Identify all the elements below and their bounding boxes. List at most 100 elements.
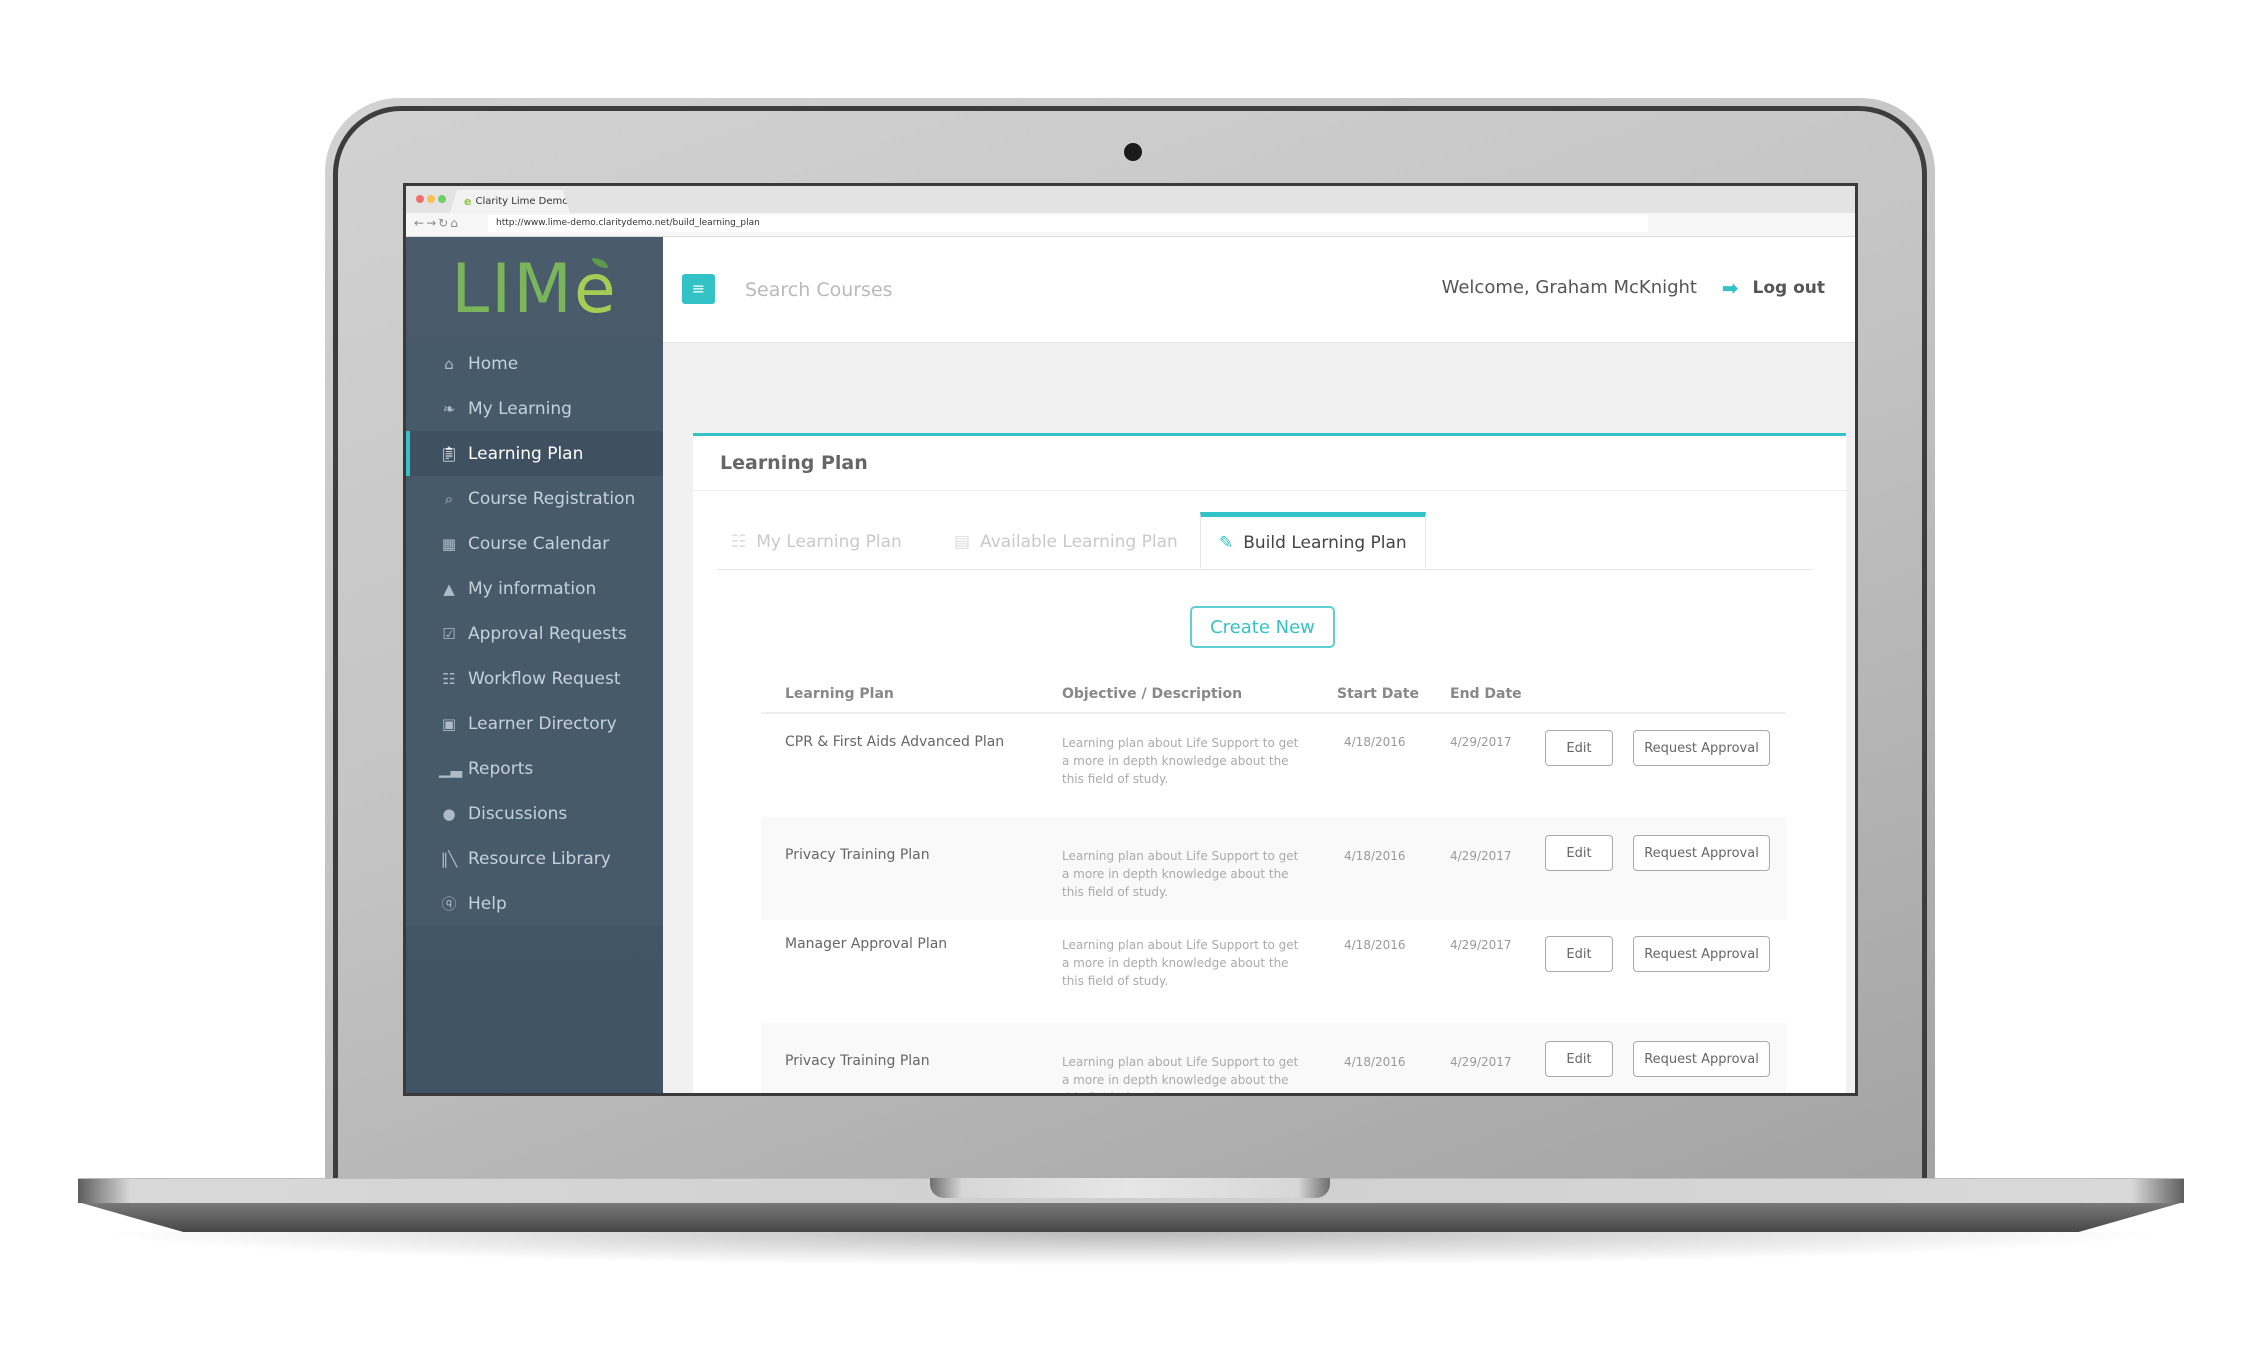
- edit-button[interactable]: Edit: [1545, 936, 1613, 972]
- table-row: Privacy Training Plan Learning plan abou…: [761, 817, 1786, 920]
- table-row: Privacy Training Plan Learning plan abou…: [761, 1023, 1786, 1093]
- sidebar-item-resource-library[interactable]: ‖╲ Resource Library: [406, 836, 663, 881]
- edit-button[interactable]: Edit: [1545, 730, 1613, 766]
- camera-icon: [1124, 143, 1142, 161]
- sidebar-item-help[interactable]: ⓠ Help: [406, 881, 663, 926]
- table-header: Learning Plan Objective / Description St…: [761, 676, 1786, 714]
- table-row: Manager Approval Plan Learning plan abou…: [761, 920, 1786, 1023]
- sidebar-item-my-information[interactable]: ▲ My information: [406, 566, 663, 611]
- start-date: 4/18/2016: [1344, 1055, 1406, 1069]
- sidebar-item-label: Help: [468, 893, 507, 914]
- plan-name: Manager Approval Plan: [785, 936, 948, 952]
- browser-tab[interactable]: e Clarity Lime Demo: [450, 190, 570, 213]
- sidebar-item-label: Course Calendar: [468, 533, 610, 554]
- sidebar-item-learner-directory[interactable]: ▣ Learner Directory: [406, 701, 663, 746]
- column-header-start-date: Start Date: [1337, 686, 1419, 702]
- end-date: 4/29/2017: [1450, 849, 1512, 863]
- tab-label: My Learning Plan: [756, 531, 902, 552]
- sidebar-item-course-calendar[interactable]: ▦ Course Calendar: [406, 521, 663, 566]
- sidebar-item-label: Learner Directory: [468, 713, 617, 734]
- browser-nav: ←→↻⌂: [414, 216, 460, 230]
- tab-build-learning-plan[interactable]: ✎ Build Learning Plan: [1200, 512, 1426, 569]
- leaf-icon: ❧: [442, 399, 456, 418]
- laptop-shadow: [90, 1232, 2170, 1266]
- end-date: 4/29/2017: [1450, 938, 1512, 952]
- sidebar-item-label: Learning Plan: [468, 443, 584, 464]
- plan-name: CPR & First Aids Advanced Plan: [785, 734, 1005, 750]
- hamburger-menu-button[interactable]: ≡: [682, 274, 715, 304]
- logo-text-main: LIM: [451, 249, 574, 329]
- learning-plan-tabs: ☷ My Learning Plan ▤ Available Learning Pl…: [717, 512, 1813, 570]
- sidebar-item-discussions[interactable]: ● Discussions: [406, 791, 663, 836]
- request-approval-button[interactable]: Request Approval: [1633, 835, 1770, 871]
- clipboard-check-icon: ☑: [442, 624, 456, 643]
- table-row: CPR & First Aids Advanced Plan Learning …: [761, 714, 1786, 817]
- maximize-window-button[interactable]: [438, 195, 446, 203]
- welcome-text: Welcome, Graham McKnight: [1441, 277, 1697, 298]
- sidebar-nav: ⌂ Home ❧ My Learning 📋︎ Learning Plan ⌕ Cour…: [406, 341, 663, 926]
- column-header-objective: Objective / Description: [1062, 686, 1243, 702]
- request-approval-button[interactable]: Request Approval: [1633, 936, 1770, 972]
- start-date: 4/18/2016: [1344, 735, 1406, 749]
- create-new-button[interactable]: Create New: [1190, 606, 1335, 648]
- laptop-base-bottom: [78, 1202, 2184, 1232]
- search-icon: ⌕: [444, 489, 454, 508]
- close-window-button[interactable]: [416, 195, 424, 203]
- edit-button[interactable]: Edit: [1545, 1041, 1613, 1077]
- sidebar-item-label: Discussions: [468, 803, 568, 824]
- start-date: 4/18/2016: [1344, 849, 1406, 863]
- sidebar-item-reports[interactable]: ▁▃ Reports: [406, 746, 663, 791]
- tab-available-learning-plan[interactable]: ▤ Available Learning Plan: [954, 514, 1178, 569]
- graduation-cap-icon: ▲: [443, 579, 455, 598]
- start-date: 4/18/2016: [1344, 938, 1406, 952]
- reload-icon[interactable]: ↻: [438, 216, 450, 230]
- plan-description: Learning plan about Life Support to get …: [1062, 938, 1299, 988]
- hamburger-icon: ≡: [691, 279, 706, 298]
- sidebar: LIMe ⌂ Home ❧ My Learning 📋︎ Learning Plan …: [406, 237, 663, 1093]
- calendar-icon: ▦: [441, 534, 457, 553]
- back-arrow-icon[interactable]: ←: [414, 216, 426, 230]
- sidebar-item-home[interactable]: ⌂ Home: [406, 341, 663, 386]
- sitemap-icon: ☷: [731, 531, 747, 552]
- plan-description: Learning plan about Life Support to get …: [1062, 1055, 1299, 1093]
- logout-button[interactable]: ➡ Log out: [1722, 276, 1825, 300]
- screen: e Clarity Lime Demo ←→↻⌂ http://www.lime…: [403, 183, 1858, 1096]
- comments-icon: ●: [442, 804, 456, 823]
- tab-my-learning-plan[interactable]: ☷ My Learning Plan: [731, 514, 902, 569]
- logo-text: LIMe: [451, 250, 617, 329]
- forward-arrow-icon[interactable]: →: [426, 216, 438, 230]
- search-courses-input[interactable]: [743, 272, 1047, 308]
- column-header-learning-plan: Learning Plan: [785, 686, 894, 702]
- browser-tab-bar: e Clarity Lime Demo: [406, 186, 1855, 213]
- card-title: Learning Plan: [693, 436, 1846, 491]
- sidebar-item-workflow-request[interactable]: ☷ Workflow Request: [406, 656, 663, 701]
- clipboard-icon: ▤: [954, 531, 971, 552]
- learning-plan-table: Learning Plan Objective / Description St…: [761, 676, 1786, 1093]
- clipboard-icon: 📋︎: [439, 444, 459, 463]
- tab-label: Available Learning Plan: [980, 531, 1178, 552]
- request-approval-button[interactable]: Request Approval: [1633, 1041, 1770, 1077]
- browser-address-bar: ←→↻⌂ http://www.lime-demo.claritydemo.ne…: [406, 213, 1855, 237]
- sidebar-item-approval-requests[interactable]: ☑ Approval Requests: [406, 611, 663, 656]
- sidebar-item-learning-plan[interactable]: 📋︎ Learning Plan: [406, 431, 663, 476]
- sidebar-item-label: My Learning: [468, 398, 572, 419]
- sidebar-item-course-registration[interactable]: ⌕ Course Registration: [406, 476, 663, 521]
- home-icon: ⌂: [444, 354, 454, 373]
- sidebar-item-label: Reports: [468, 758, 534, 779]
- request-approval-button[interactable]: Request Approval: [1633, 730, 1770, 766]
- address-book-icon: ▣: [441, 714, 457, 733]
- sidebar-item-label: Home: [468, 353, 519, 374]
- lime-logo[interactable]: LIMe: [406, 237, 663, 341]
- plan-name: Privacy Training Plan: [785, 847, 930, 863]
- plan-description: Learning plan about Life Support to get …: [1062, 736, 1299, 786]
- url-field[interactable]: http://www.lime-demo.claritydemo.net/bui…: [488, 215, 1648, 232]
- sidebar-item-my-learning[interactable]: ❧ My Learning: [406, 386, 663, 431]
- edit-button[interactable]: Edit: [1545, 835, 1613, 871]
- end-date: 4/29/2017: [1450, 1055, 1512, 1069]
- lime-favicon-icon: e: [464, 195, 472, 208]
- sidebar-item-label: Workflow Request: [468, 668, 621, 689]
- minimize-window-button[interactable]: [427, 195, 435, 203]
- sidebar-item-label: My information: [468, 578, 597, 599]
- home-icon[interactable]: ⌂: [450, 216, 460, 230]
- column-header-end-date: End Date: [1450, 686, 1522, 702]
